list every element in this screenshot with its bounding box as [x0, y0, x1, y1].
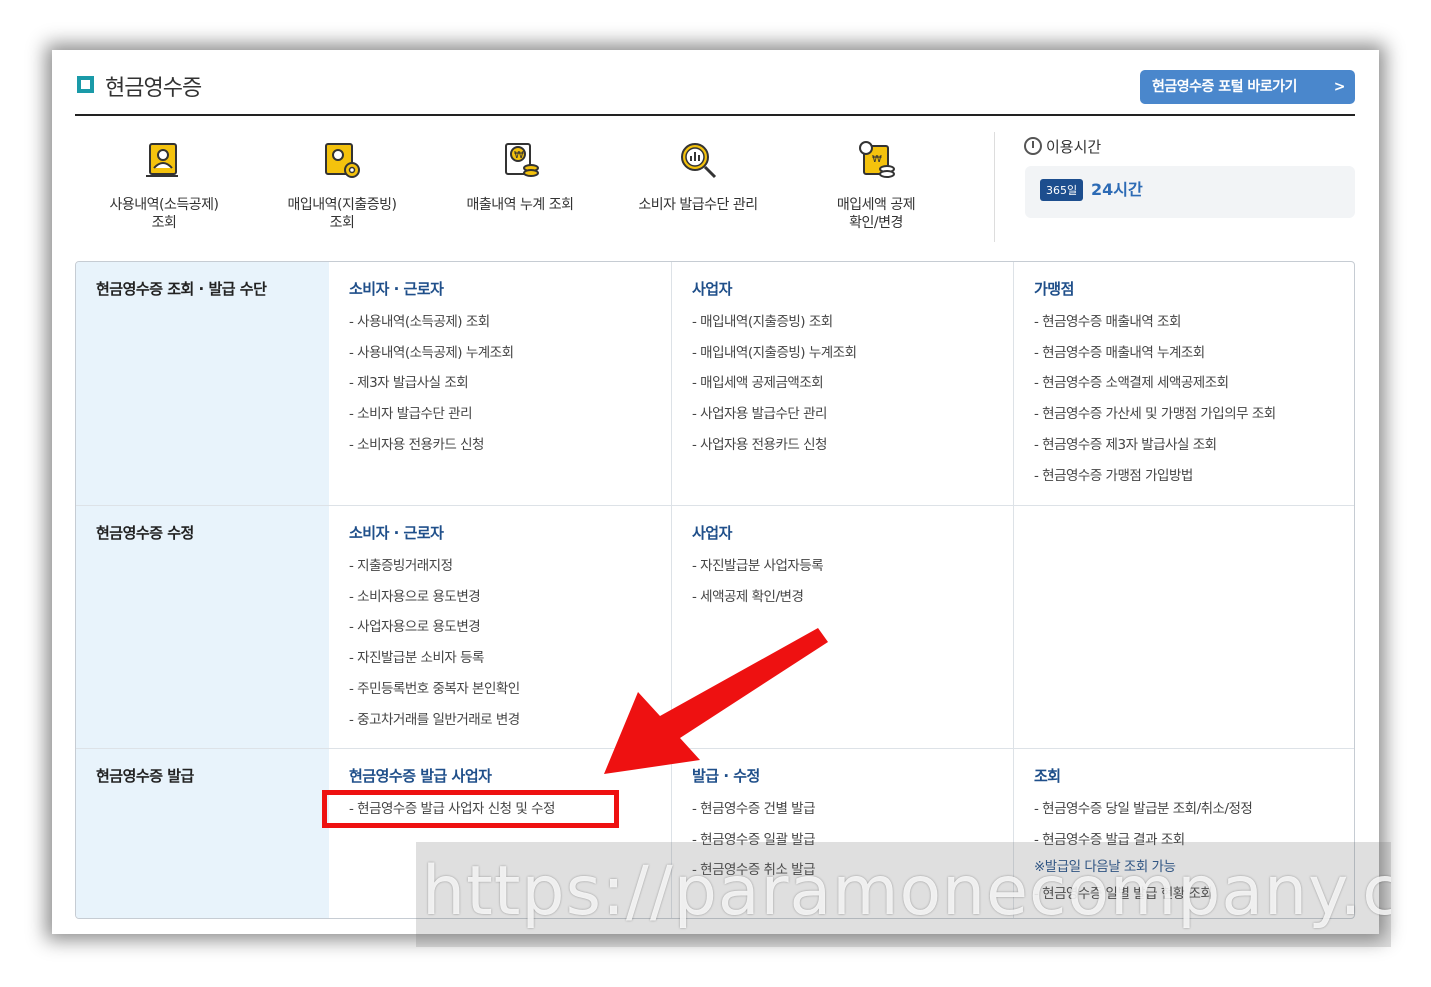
- hours-value: 24시간: [1091, 180, 1143, 199]
- quick-link-label: 매입내역(지출증빙) 조회: [287, 197, 397, 231]
- red-arrow-icon: [604, 628, 828, 774]
- page-title: 현금영수증: [105, 76, 202, 101]
- column-heading: 사업자: [692, 280, 732, 298]
- service-grid: 현금영수증 조회 · 발급 수단 소비자 · 근로자 - 사용내역(소득공제) …: [75, 261, 1355, 919]
- menu-link[interactable]: - 소비자용으로 용도변경: [349, 582, 671, 613]
- column-heading: 소비자 · 근로자: [349, 280, 444, 298]
- receipt-gear-coins-icon: ₩: [859, 141, 895, 178]
- clock-icon: [1024, 137, 1042, 155]
- svg-text:₩: ₩: [872, 154, 882, 165]
- divider: [994, 132, 995, 242]
- quick-link-sales-total[interactable]: ₩ 매출내역 누계 조회: [435, 138, 605, 214]
- days-badge: 365일: [1040, 179, 1084, 201]
- section-lookup: 현금영수증 조회 · 발급 수단 소비자 · 근로자 - 사용내역(소득공제) …: [76, 262, 1354, 505]
- column-heading: 가맹점: [1034, 280, 1074, 298]
- quick-link-tax-deduction[interactable]: ₩ 매입세액 공제 확인/변경: [791, 138, 961, 232]
- menu-link[interactable]: - 매입내역(지출증빙) 누계조회: [692, 338, 1013, 369]
- panel-header: 현금영수증 현금영수증 포털 바로가기 >: [75, 68, 1355, 116]
- menu-link[interactable]: - 현금영수증 매출내역 조회: [1034, 307, 1354, 338]
- receipt-settings-icon: [325, 143, 360, 178]
- section-title: 현금영수증 발급: [76, 749, 329, 918]
- watermark: https://paramonecompany.com: [416, 842, 1391, 947]
- menu-link[interactable]: - 현금영수증 가산세 및 가맹점 가입의무 조회: [1034, 399, 1354, 430]
- chevron-right-icon: >: [1333, 79, 1346, 95]
- column-consumer: 소비자 · 근로자 - 사용내역(소득공제) 조회 - 사용내역(소득공제) 누…: [329, 262, 671, 505]
- hours-label-text: 이용시간: [1046, 138, 1102, 156]
- column-heading: 사업자: [692, 524, 732, 542]
- menu-link[interactable]: - 사용내역(소득공제) 조회: [349, 307, 671, 338]
- quick-link-label: 매출내역 누계 조회: [466, 197, 574, 213]
- portal-link-label: 현금영수증 포털 바로가기: [1152, 79, 1297, 95]
- column-heading: 소비자 · 근로자: [349, 524, 444, 542]
- hours-box: 365일 24시간: [1025, 166, 1355, 218]
- column-merchant: 가맹점 - 현금영수증 매출내역 조회 - 현금영수증 매출내역 누계조회 - …: [1013, 262, 1354, 505]
- menu-link[interactable]: - 사업자용 전용카드 신청: [692, 430, 1013, 461]
- hours-label: 이용시간: [1024, 136, 1101, 157]
- receipt-coins-icon: ₩: [505, 143, 539, 177]
- section-title: 현금영수증 조회 · 발급 수단: [76, 262, 329, 505]
- menu-link[interactable]: - 세액공제 확인/변경: [692, 582, 1013, 613]
- receipt-user-icon: [146, 143, 178, 177]
- quick-link-label: 매입세액 공제 확인/변경: [836, 197, 916, 231]
- column-business: 사업자 - 매입내역(지출증빙) 조회 - 매입내역(지출증빙) 누계조회 - …: [671, 262, 1013, 505]
- menu-link[interactable]: - 소비자용 전용카드 신청: [349, 430, 671, 461]
- quick-link-consumer-method[interactable]: 소비자 발급수단 관리: [613, 138, 783, 214]
- menu-link[interactable]: - 현금영수증 당일 발급분 조회/취소/정정: [1034, 794, 1354, 825]
- watermark-text: https://paramonecompany.com: [422, 852, 1391, 931]
- menu-link[interactable]: - 사용내역(소득공제) 누계조회: [349, 338, 671, 369]
- menu-link[interactable]: - 매입내역(지출증빙) 조회: [692, 307, 1013, 338]
- title-square-icon: [77, 76, 94, 93]
- quick-link-label: 소비자 발급수단 관리: [638, 197, 758, 213]
- menu-link[interactable]: - 현금영수증 제3자 발급사실 조회: [1034, 430, 1354, 461]
- menu-link[interactable]: - 현금영수증 매출내역 누계조회: [1034, 338, 1354, 369]
- menu-link[interactable]: - 자진발급분 사업자등록: [692, 551, 1013, 582]
- quick-link-usage[interactable]: 사용내역(소득공제) 조회: [79, 138, 249, 232]
- menu-link[interactable]: - 현금영수증 가맹점 가입방법: [1034, 461, 1354, 492]
- section-title: 현금영수증 수정: [76, 506, 329, 748]
- column-empty: [1013, 506, 1354, 748]
- portal-link-button[interactable]: 현금영수증 포털 바로가기 >: [1140, 70, 1355, 104]
- menu-link[interactable]: - 지출증빙거래지정: [349, 551, 671, 582]
- quick-link-label: 사용내역(소득공제) 조회: [109, 197, 219, 231]
- column-heading: 조회: [1034, 767, 1061, 785]
- quick-link-purchase[interactable]: 매입내역(지출증빙) 조회: [257, 138, 427, 232]
- menu-link[interactable]: - 소비자 발급수단 관리: [349, 399, 671, 430]
- magnifier-chart-icon: [681, 143, 717, 179]
- menu-link[interactable]: - 제3자 발급사실 조회: [349, 368, 671, 399]
- menu-link[interactable]: - 현금영수증 소액결제 세액공제조회: [1034, 368, 1354, 399]
- menu-link[interactable]: - 매입세액 공제금액조회: [692, 368, 1013, 399]
- svg-text:₩: ₩: [514, 150, 524, 161]
- menu-link[interactable]: - 사업자용 발급수단 관리: [692, 399, 1013, 430]
